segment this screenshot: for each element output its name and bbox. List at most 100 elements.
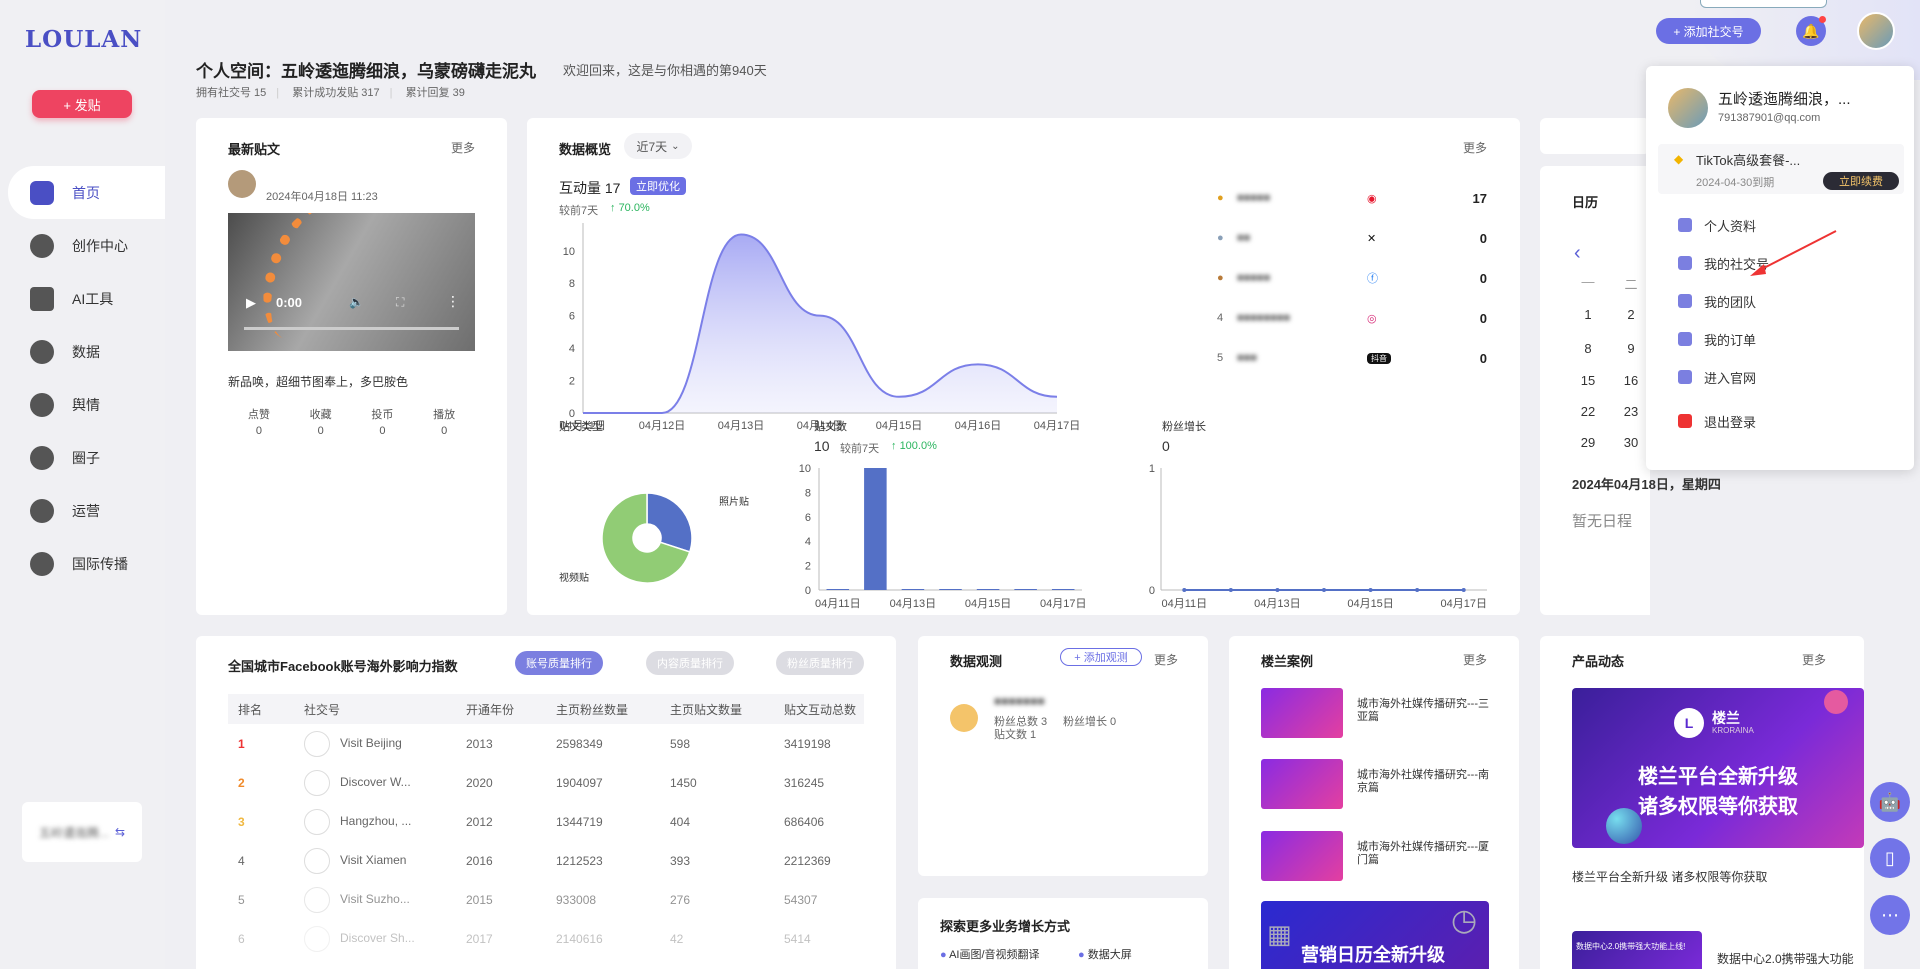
logo[interactable]: LOULAN [25, 26, 142, 53]
new-post-button[interactable]: + 发贴 [32, 90, 132, 118]
more-options-icon[interactable]: ⋮ [446, 293, 460, 310]
calendar-day[interactable]: 2 [1616, 307, 1646, 322]
order-icon [1678, 332, 1692, 346]
banner-line2: 诸多权限等你获取 [1638, 796, 1798, 818]
calendar-day[interactable]: 22 [1573, 404, 1603, 419]
avatar[interactable] [1857, 12, 1895, 50]
table-row[interactable]: 1 Visit Beijing 2013 2598349 598 3419198 [228, 724, 864, 763]
table-row[interactable]: 2 Discover W... 2020 1904097 1450 316245 [228, 763, 864, 802]
post-count-compare: 较前7天 [840, 443, 880, 455]
fullscreen-icon[interactable]: ⛶ [396, 295, 404, 310]
area-fill [583, 234, 1057, 413]
more-link[interactable]: 更多 [1463, 651, 1487, 668]
volume-icon[interactable]: 🔈 [349, 295, 364, 309]
metric-label: 点赞 [247, 409, 270, 421]
post-metrics: 点赞 0 收藏 0 投币 0 播放 0 [228, 406, 475, 437]
product-banner[interactable]: L 楼兰 KRORAINA 楼兰平台全新升级 诸多权限等你获取 [1572, 688, 1864, 848]
optimize-button[interactable]: 立即优化 [630, 177, 686, 195]
table-row[interactable]: 3 Hangzhou, ... 2012 1344719 404 686406 [228, 802, 864, 841]
calendar-card-right [1650, 470, 1864, 615]
case-item[interactable]: 城市海外社媒传播研究---厦门篇 [1261, 831, 1501, 883]
range-select[interactable]: 近7天 ⌄ [624, 133, 692, 159]
account-switcher[interactable]: 五岭逶迤腾... ⇆ [22, 802, 142, 862]
explore-item[interactable]: ● AI画图/音视频翻译 [940, 946, 1040, 962]
explore-card: 探索更多业务增长方式 ● AI画图/音视频翻译 ● 数据大屏 [918, 898, 1208, 969]
account-name: 五岭逶迤腾... [38, 825, 109, 840]
x-tick-label: 04月11日 [815, 598, 861, 610]
product-caption[interactable]: 楼兰平台全新升级 诸多权限等你获取 [1572, 868, 1767, 885]
calendar-day[interactable]: 15 [1573, 373, 1603, 388]
sidebar-item-operations[interactable]: 运营 [8, 484, 165, 537]
table-row[interactable]: 6 Discover Sh... 2017 2140616 42 5414 [228, 919, 864, 958]
calendar-day[interactable]: 30 [1616, 435, 1646, 450]
product-second-title[interactable]: 数据中心2.0携带强大功能 [1717, 950, 1854, 967]
menu-label: 退出登录 [1704, 414, 1757, 430]
video-player[interactable]: ▶ 0:00 🔈 ⛶ ⋮ [228, 213, 475, 351]
marketing-calendar-banner[interactable]: ▦ ◷ 营销日历全新升级 [1261, 901, 1489, 969]
table-row[interactable]: 5 Visit Suzho... 2015 933008 276 54307 [228, 880, 864, 919]
more-icon[interactable]: ⋯ [1870, 895, 1910, 935]
banner-line1: 楼兰平台全新升级 [1638, 766, 1798, 788]
observe-name: ■■■■■■■ [994, 694, 1045, 708]
calendar-day[interactable]: 1 [1573, 307, 1603, 322]
account-name: Visit Beijing [340, 735, 402, 750]
sidebar-item-sentiment[interactable]: 舆情 [8, 378, 165, 431]
sidebar-item-ai-tools[interactable]: AI工具 [8, 272, 165, 325]
table-row[interactable]: 4 Visit Xiamen 2016 1212523 393 2212369 [228, 841, 864, 880]
sidebar-item-home[interactable]: 首页 [8, 166, 165, 219]
calendar-day[interactable]: 8 [1573, 341, 1603, 356]
sidebar-item-data[interactable]: 数据 [8, 325, 165, 378]
account-row[interactable]: ● ■■■■■ ◉ 17 [1217, 178, 1487, 218]
sidebar-item-label: AI工具 [72, 290, 114, 307]
account-row[interactable]: 5 ■■■ 抖音 0 [1217, 338, 1487, 378]
play-icon[interactable]: ▶ [246, 295, 256, 311]
product-thumb[interactable]: 数据中心2.0携带强大功能上线! [1572, 931, 1702, 969]
add-observe-button[interactable]: + 添加观测 [1060, 648, 1142, 666]
add-social-button[interactable]: + 添加社交号 [1656, 18, 1761, 44]
menu-logout[interactable]: 退出登录 [1646, 402, 1914, 440]
more-link[interactable]: 更多 [1463, 139, 1487, 156]
card-title: 探索更多业务增长方式 [940, 919, 1071, 934]
case-title: 城市海外社媒传播研究---厦门篇 [1357, 841, 1489, 866]
cell-posts: 598 [670, 736, 691, 751]
calendar-day[interactable]: 29 [1573, 435, 1603, 450]
metric-label: 收藏 [309, 409, 332, 421]
post-avatar [228, 170, 256, 198]
account-logo-icon [304, 925, 330, 952]
brand-logo-icon: L [1674, 708, 1704, 738]
tab-fans-quality[interactable]: 粉丝质量排行 [776, 651, 864, 675]
explore-item[interactable]: ● 数据大屏 [1078, 946, 1132, 962]
menu-my-team[interactable]: 我的团队 [1646, 282, 1914, 320]
case-item[interactable]: 城市海外社媒传播研究---南京篇 [1261, 759, 1501, 811]
cell-posts: 1450 [670, 775, 697, 790]
chatbot-icon[interactable]: 🤖 [1870, 782, 1910, 822]
post-count-value: 10 [814, 438, 830, 454]
post-type-title: 贴文类型 [559, 421, 603, 433]
more-link[interactable]: 更多 [1802, 651, 1826, 668]
database-icon [30, 339, 54, 364]
red-arrow-annotation [1750, 230, 1837, 276]
sidebar-item-creation[interactable]: 创作中心 [8, 219, 165, 272]
sidebar-item-circle[interactable]: 圈子 [8, 431, 165, 484]
calendar-day[interactable]: 9 [1616, 341, 1646, 356]
mobile-icon[interactable]: ▯ [1870, 838, 1910, 878]
more-link[interactable]: 更多 [451, 139, 475, 156]
menu-my-orders[interactable]: 我的订单 [1646, 320, 1914, 358]
tab-content-quality[interactable]: 内容质量排行 [646, 651, 734, 675]
calendar-day[interactable]: 23 [1616, 404, 1646, 419]
tab-account-quality[interactable]: 账号质量排行 [515, 651, 603, 675]
sidebar-item-international[interactable]: 国际传播 [8, 537, 165, 590]
pie-slice [646, 492, 693, 553]
prev-month-icon[interactable]: ‹ [1574, 242, 1581, 265]
account-row[interactable]: ● ■■■■■ ⓕ 0 [1217, 258, 1487, 298]
menu-website[interactable]: 进入官网 [1646, 358, 1914, 396]
account-row[interactable]: ● ■■ ✕ 0 [1217, 218, 1487, 258]
video-progress[interactable] [244, 327, 459, 330]
renew-button[interactable]: 立即续费 [1823, 172, 1899, 190]
account-row[interactable]: 4 ■■■■■■■■ ◎ 0 [1217, 298, 1487, 338]
case-item[interactable]: 城市海外社媒传播研究---三亚篇 [1261, 688, 1501, 740]
table-header: 排名 社交号 开通年份 主页粉丝数量 主页贴文数量 贴文互动总数 [228, 694, 864, 724]
calendar-day[interactable]: 16 [1616, 373, 1646, 388]
logout-icon [1678, 414, 1692, 428]
more-link[interactable]: 更多 [1154, 651, 1178, 668]
